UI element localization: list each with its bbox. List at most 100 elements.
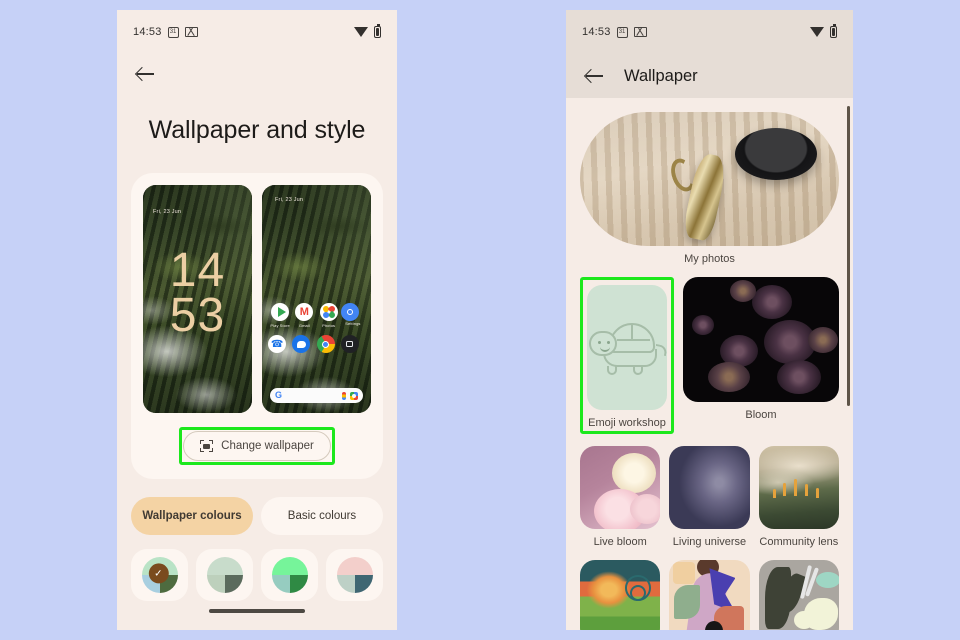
app-label: Gmail (298, 323, 310, 328)
swatch-tile-3[interactable] (261, 549, 318, 601)
live-bloom-art (580, 446, 661, 529)
app-phone[interactable]: ☎ (268, 335, 292, 353)
image-picker-icon (200, 440, 214, 452)
swatch-tile-1[interactable]: ✓ (131, 549, 188, 601)
tile-label: Living universe (672, 536, 747, 548)
highlight-box-change-wallpaper: Change wallpaper (179, 427, 335, 465)
lock-screen-preview[interactable]: Fri, 23 Jun 14 53 (143, 185, 252, 413)
swatch-4 (336, 557, 373, 593)
app-photos[interactable]: Photos (317, 303, 341, 328)
wallpaper-row-3: Curated Culture For fun (580, 560, 839, 630)
wallpaper-tile-emoji-workshop[interactable]: Emoji workshop (580, 277, 674, 434)
wallpaper-tile-curated-culture[interactable]: Curated Culture (580, 560, 661, 630)
tab-wallpaper-colours[interactable]: Wallpaper colours (131, 497, 253, 535)
arrow-back-icon[interactable] (135, 63, 157, 85)
phone-screenshot-left: 14:53 31 Wallpaper and style Fri, 23 Jun… (117, 10, 397, 630)
tab-basic-colours[interactable]: Basic colours (261, 497, 383, 535)
change-wallpaper-label: Change wallpaper (221, 440, 314, 452)
app-label: Photos (322, 323, 336, 328)
curated-culture-art (580, 560, 661, 630)
wallpaper-tile-bloom[interactable]: Bloom (683, 277, 839, 421)
community-lens-art (758, 446, 839, 529)
status-bar-right: 14:53 31 (566, 10, 853, 54)
lock-screen-date: Fri, 23 Jun (153, 209, 182, 215)
navigation-handle[interactable] (209, 609, 305, 613)
status-time: 14:53 (582, 26, 611, 38)
app-bar-wallpaper: Wallpaper (566, 54, 853, 98)
tab-label: Basic colours (287, 510, 357, 522)
page-title: Wallpaper and style (148, 116, 366, 144)
google-search-bar[interactable]: G (270, 388, 363, 403)
swatch-tile-4[interactable] (326, 549, 383, 601)
settings-gear-icon (340, 303, 359, 321)
bloom-art (683, 277, 839, 402)
gmail-icon (633, 27, 647, 37)
chrome-icon (316, 335, 335, 353)
scrollbar[interactable] (847, 106, 850, 406)
phone-screenshot-right: 14:53 31 Wallpaper My photos Emoji works… (566, 10, 853, 630)
status-bar-left: 14:53 31 (117, 10, 397, 54)
tile-label: Live bloom (593, 536, 647, 548)
back-row-left (117, 54, 397, 94)
change-wallpaper-row: Change wallpaper (143, 427, 371, 465)
for-fun-art (669, 560, 750, 630)
colour-swatch-list: ✓ (131, 549, 383, 601)
lock-screen-clock: 14 53 (143, 244, 252, 342)
app-chrome[interactable] (316, 335, 341, 353)
home-app-row-1: Play Store M Gmail Photos Settings (268, 303, 365, 328)
battery-icon (374, 24, 381, 38)
screenshot-stage: 14:53 31 Wallpaper and style Fri, 23 Jun… (0, 0, 960, 640)
calendar-icon: 31 (616, 26, 628, 38)
wallpaper-tile-community-lens[interactable]: Community lens (758, 446, 839, 548)
swatch-tile-2[interactable] (196, 549, 253, 601)
clock-minutes: 53 (169, 288, 226, 342)
colour-source-tabs: Wallpaper colours Basic colours (131, 497, 383, 535)
google-photos-icon (319, 303, 338, 321)
app-gmail[interactable]: M Gmail (292, 303, 316, 328)
tile-label: Bloom (745, 409, 777, 421)
turtle-icon (587, 321, 667, 375)
home-screen-preview[interactable]: Fri, 23 Jun Play Store M Gmail Photos Se… (262, 185, 371, 413)
wallpaper-tile-for-fun[interactable]: For fun (669, 560, 750, 630)
arrow-back-icon[interactable] (584, 65, 606, 87)
messages-icon (292, 335, 311, 353)
google-g-icon: G (275, 390, 283, 400)
tile-label: Emoji workshop (588, 417, 666, 429)
wallpaper-row-1: Emoji workshop Bloom (580, 277, 839, 434)
wifi-icon (810, 27, 824, 37)
tab-label: Wallpaper colours (142, 510, 242, 522)
app-bar-title: Wallpaper (624, 66, 698, 85)
battery-icon (830, 24, 837, 38)
google-lens-icon[interactable] (350, 391, 358, 400)
phone-icon: ☎ (268, 335, 287, 353)
change-wallpaper-button[interactable]: Change wallpaper (183, 431, 331, 461)
black-bowl (735, 128, 817, 180)
clock-hours: 14 (169, 244, 226, 297)
camera-icon (340, 335, 359, 353)
wallpaper-tile-living-universe[interactable]: Living universe (669, 446, 750, 548)
highlight-box-emoji-workshop: Emoji workshop (580, 277, 674, 434)
wallpaper-row-2: Live bloom Living universe Community len… (580, 446, 839, 548)
app-camera[interactable] (340, 335, 365, 353)
app-label: Settings (345, 321, 361, 326)
gmail-icon (184, 27, 198, 37)
home-app-row-2: ☎ (268, 335, 365, 353)
wifi-icon (354, 27, 368, 37)
calendar-icon: 31 (167, 26, 179, 38)
app-play-store[interactable]: Play Store (268, 303, 292, 328)
my-photos-label: My photos (684, 253, 735, 265)
play-store-icon (271, 303, 290, 321)
swatch-3 (271, 557, 308, 593)
living-universe-art (669, 446, 750, 529)
app-settings[interactable]: Settings (340, 303, 365, 328)
swatch-1: ✓ (141, 557, 178, 593)
microphone-icon[interactable] (342, 391, 346, 400)
wallpaper-tile-live-bloom[interactable]: Live bloom (580, 446, 661, 548)
my-photos-entry[interactable]: My photos (580, 112, 839, 265)
wallpaper-tile-motif[interactable]: Motif (758, 560, 839, 630)
swatch-selected-check-icon: ✓ (148, 563, 169, 584)
wallpaper-category-scroll[interactable]: My photos Emoji workshop Bloom Live bloo… (566, 98, 853, 630)
wallpaper-image-home (262, 185, 371, 413)
emoji-workshop-art (587, 285, 667, 410)
app-messages[interactable] (292, 335, 316, 353)
